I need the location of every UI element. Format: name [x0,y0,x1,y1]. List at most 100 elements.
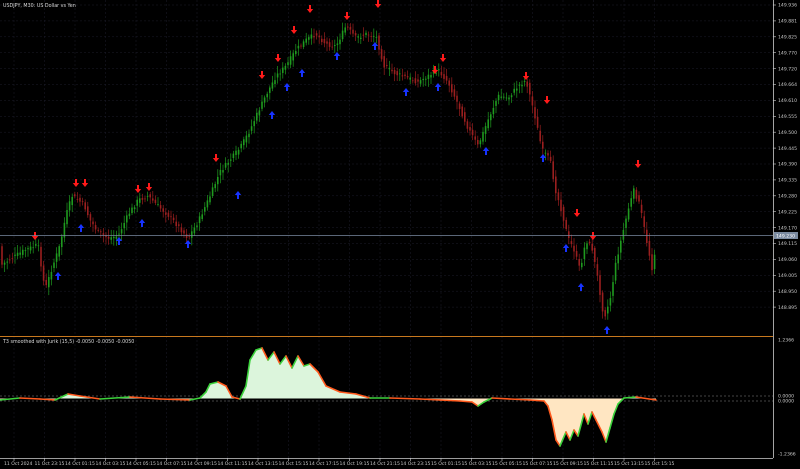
candle-body [474,136,476,140]
candle-body [219,169,222,176]
candle-body [157,204,159,206]
candle-body [466,121,469,129]
candle-body [289,56,292,65]
candle-body [237,149,240,155]
candle-body [269,87,271,93]
candle-body [596,264,599,276]
candle-body [370,36,372,37]
candle-body [386,64,388,66]
candle-body [627,208,630,220]
candle-body [188,235,190,237]
candle-body [399,73,401,75]
candle-body [653,254,656,270]
osc-line-segment [439,399,461,402]
candle-body [503,96,505,98]
candle-body [170,216,172,218]
candle-body [336,43,339,45]
candle-body [440,71,443,76]
price-tick-label: 149.610 [778,98,797,104]
candle-body [349,26,352,30]
candle-body [451,84,453,93]
time-tick-label: 15 Oct 09:15 [553,461,583,467]
indicator-label: T3 smoothed with Jurik (15,5) -0.0050 -0… [2,339,134,345]
price-tick-label: 149.390 [778,162,797,168]
candle-body [651,254,653,271]
candle-body [648,240,651,256]
candle-body [406,76,409,78]
candle-body [224,162,227,168]
time-tick-label: 14 Oct 13:15 [248,461,278,467]
price-tick-label: 149.664 [778,82,797,88]
candle-body [24,250,27,251]
candle-body [539,130,541,142]
time-tick-label: 15 Oct 01:15 [431,461,461,467]
candle-body [131,207,133,214]
candle-body [159,205,162,209]
candle-body [425,78,427,80]
candle-body [315,33,318,36]
candle-body [461,106,463,117]
candle-body [344,27,346,33]
candle-body [11,258,14,259]
candle-body [84,202,86,210]
candle-body [380,49,383,60]
candle-body [266,93,268,98]
candle-body [185,234,188,238]
candle-body [133,207,136,210]
candle-body [508,97,510,100]
candle-body [100,231,102,233]
candle-body [438,69,440,71]
trading-chart[interactable]: USDJPY, M30: US Dollar vs Yen T3 smoothe… [0,0,800,469]
candle-body [638,195,640,202]
time-tick-label: 15 Oct 05:15 [492,461,522,467]
candle-body [352,29,354,34]
candle-body [53,262,55,268]
candle-body [81,201,84,202]
candle-body [536,116,539,128]
candle-body [232,153,235,159]
candle-body [250,126,253,131]
candle-body [256,112,258,121]
candle-body [321,38,323,43]
candle-body [341,30,344,40]
candle-body [297,45,300,49]
candle-body [35,244,37,246]
candle-body [113,236,115,239]
candle-body [339,39,341,45]
osc-line-segment [529,399,545,402]
candle-body [560,199,562,212]
candle-body [357,36,359,38]
candle-body [417,79,419,82]
candle-body [484,126,487,134]
candle-body [310,34,313,39]
candle-body [136,199,138,206]
candle-body [230,159,232,161]
time-tick-label: 14 Oct 01:15 [65,461,95,467]
candle-body [391,69,393,72]
price-tick-label: 148.950 [778,289,797,295]
candle-body [305,38,307,43]
candle-body [172,217,175,221]
candle-body [206,200,209,208]
candle-body [97,229,99,231]
candle-body [74,194,76,197]
time-tick-label: 14 Oct 05:15 [126,461,156,467]
candle-body [633,188,635,199]
candle-body [419,80,422,84]
candle-body [141,197,144,200]
candle-body [523,80,526,82]
candle-body [201,214,203,219]
price-tick-label: 149.170 [778,225,797,231]
candle-body [152,198,154,201]
candle-body [209,196,211,203]
candle-body [422,78,424,81]
candle-body [601,292,604,312]
candle-body [347,26,349,28]
candle-body [94,225,97,230]
candle-body [191,231,193,238]
time-tick-label: 11 Oct 2024 [4,461,32,467]
candle-body [248,133,250,138]
candle-body [401,75,404,77]
candle-body [518,84,521,86]
time-tick-label: 14 Oct 23:15 [401,461,431,467]
